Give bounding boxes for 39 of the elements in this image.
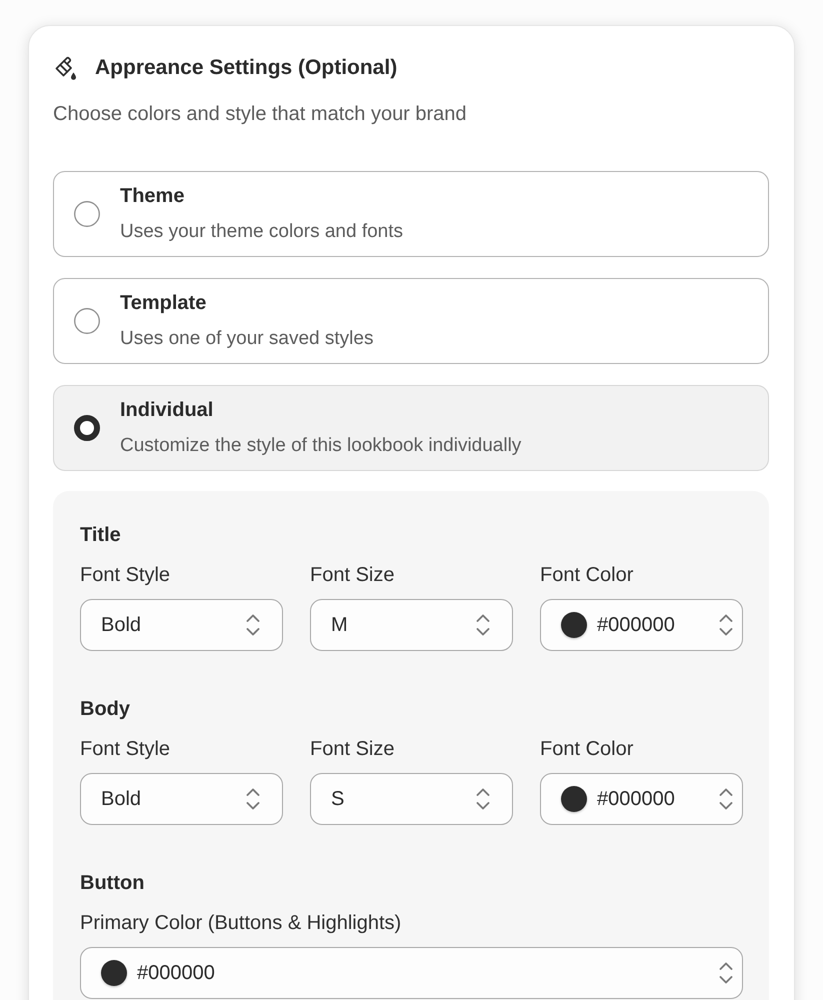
field-label: Font Style: [80, 563, 170, 587]
option-description: Customize the style of this lookbook individually: [120, 434, 522, 458]
style-option-card[interactable]: Individual Customize the style of this lookbook individually: [53, 385, 769, 471]
card-subtitle: Choose colors and style that match your brand: [53, 102, 468, 127]
dropdown-select[interactable]: Bold: [80, 773, 283, 825]
field-label: Font Style: [80, 737, 170, 761]
style-option-card[interactable]: Template Uses one of your saved styles: [53, 278, 769, 364]
radio-button[interactable]: [74, 201, 100, 227]
field-label: Font Color: [540, 737, 634, 761]
field-label: Font Size: [310, 563, 394, 587]
chevron-updown-icon: [719, 613, 733, 637]
field-label: Font Color: [540, 563, 634, 587]
chevron-updown-icon: [719, 961, 733, 985]
option-title: Template: [120, 291, 208, 316]
field-label: Font Size: [310, 737, 394, 761]
paint-brush-icon: [53, 56, 77, 80]
chevron-updown-icon: [246, 613, 260, 637]
field-label: Primary Color (Buttons & Highlights): [80, 911, 402, 935]
option-description: Uses your theme colors and fonts: [120, 220, 404, 244]
dropdown-select[interactable]: S: [310, 773, 513, 825]
chevron-updown-icon: [476, 787, 490, 811]
chevron-updown-icon: [719, 787, 733, 811]
chevron-updown-icon: [476, 613, 490, 637]
dropdown-select[interactable]: Bold: [80, 599, 283, 651]
dropdown-select[interactable]: #000000: [540, 599, 743, 651]
radio-button[interactable]: [74, 308, 100, 334]
section-title: Title: [80, 523, 122, 547]
dropdown-select[interactable]: #000000: [540, 773, 743, 825]
style-option-card[interactable]: Theme Uses your theme colors and fonts: [53, 171, 769, 257]
card-title: Appreance Settings (Optional): [95, 55, 398, 81]
section-title: Body: [80, 697, 131, 721]
dropdown-select[interactable]: M: [310, 599, 513, 651]
option-description: Uses one of your saved styles: [120, 327, 374, 351]
dropdown-select[interactable]: #000000: [80, 947, 743, 999]
option-title: Individual: [120, 398, 214, 423]
chevron-updown-icon: [246, 787, 260, 811]
radio-button[interactable]: [74, 415, 100, 441]
option-title: Theme: [120, 184, 186, 209]
section-title: Button: [80, 871, 146, 895]
